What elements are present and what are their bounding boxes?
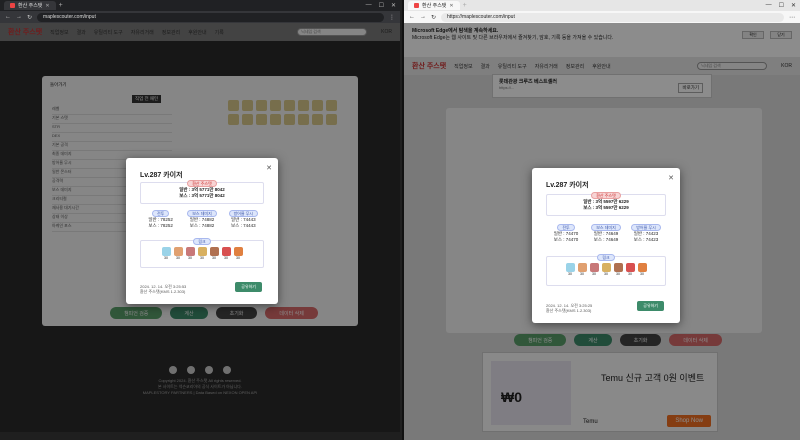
minimize-icon[interactable]: — <box>366 2 372 9</box>
link-skill-icon <box>625 263 635 272</box>
normal-value: 일반 : 3억 5597만 6229 <box>583 199 629 204</box>
boss-value: 보스 : 3억 5771만 8042 <box>179 193 225 198</box>
url-field[interactable]: maplescouter.com/input <box>37 12 384 22</box>
close-icon[interactable]: ✕ <box>668 174 674 182</box>
tab-title: 환산 주스탯 <box>422 3 447 9</box>
main-stat-box: 환산 주스탯 일반 : 3억 5597만 6229 보스 : 3억 5597만 … <box>546 192 666 216</box>
main-stat-box: 환산 주스탯 일반 : 3억 5771만 8042 보스 : 3억 5771만 … <box>140 180 264 204</box>
modal-footer: 2024. 12. 14. 오전 3:25:25 환산 주스탯(KMS 1.2.… <box>546 303 592 313</box>
link-skill-icon <box>233 247 243 256</box>
close-icon[interactable]: ✕ <box>266 164 272 172</box>
modal-title: Lv.287 카이저 <box>546 182 589 189</box>
maximize-icon[interactable]: ☐ <box>779 2 784 9</box>
modal-title: Lv.287 카이저 <box>140 172 183 179</box>
close-window-icon[interactable]: ✕ <box>391 2 396 9</box>
address-bar-row: ← → ↻ https://maplescouter.com/input ⋯ <box>404 11 800 23</box>
close-tab-icon[interactable]: ✕ <box>45 3 49 9</box>
tab-bar: 환산 주스탯 ✕ + — ☐ ✕ <box>0 0 400 11</box>
close-tab-icon[interactable]: ✕ <box>449 3 453 9</box>
tab-title: 환산 주스탯 <box>18 3 43 9</box>
link-icons <box>141 247 263 256</box>
link-skill-icon <box>209 247 219 256</box>
sub-stat-box: 전투 일반 : 74470 보스 : 74470 보스 데미지 일반 : 746… <box>546 224 666 248</box>
link-skill-icon <box>221 247 231 256</box>
result-version: 환산 주스탯(KMS 1.2.303) <box>546 308 592 313</box>
link-skill-icon <box>173 247 183 256</box>
browser-tab[interactable]: 환산 주스탯 ✕ <box>408 1 460 10</box>
section-badge: 환산 주스탯 <box>591 192 621 199</box>
menu-dots-icon[interactable]: ⋮ <box>389 14 395 21</box>
window-controls: — ☐ ✕ <box>766 2 796 9</box>
close-window-icon[interactable]: ✕ <box>791 2 796 9</box>
link-skill-icon <box>613 263 623 272</box>
back-icon[interactable]: ← <box>409 14 415 20</box>
site-favicon-icon <box>10 3 15 8</box>
link-skill-box: 링크 30 30 30 30 30 30 30 <box>140 238 264 268</box>
reload-icon[interactable]: ↻ <box>431 14 436 21</box>
new-tab-icon[interactable]: + <box>59 2 63 9</box>
link-skill-icon <box>161 247 171 256</box>
link-skill-icon <box>565 263 575 272</box>
section-badge: 환산 주스탯 <box>187 180 217 187</box>
link-skill-icon <box>185 247 195 256</box>
share-button[interactable]: 공유하기 <box>235 282 262 292</box>
link-skill-icon <box>637 263 647 272</box>
result-modal: Lv.287 카이저 ✕ 환산 주스탯 일반 : 3억 5597만 6229 보… <box>532 168 680 323</box>
link-skill-icon <box>589 263 599 272</box>
link-skill-box: 링크 30 30 30 30 30 30 30 <box>546 254 666 286</box>
link-skill-icon <box>601 263 611 272</box>
share-button[interactable]: 공유하기 <box>637 301 664 311</box>
col-badge: 전투 <box>557 224 575 231</box>
maximize-icon[interactable]: ☐ <box>379 2 384 9</box>
sub-stat-box: 전투 일반 : 78252 보스 : 78252 보스 데미지 일반 : 748… <box>140 210 264 234</box>
site-favicon-icon <box>414 3 419 8</box>
minimize-icon[interactable]: — <box>766 2 772 9</box>
window-controls: — ☐ ✕ <box>366 2 396 9</box>
address-bar-row: ← → ↻ maplescouter.com/input ⋮ <box>0 11 400 23</box>
browser-tab[interactable]: 환산 주스탯 ✕ <box>4 1 56 10</box>
left-browser-window: 환산 주스탯 ✕ + — ☐ ✕ ← → ↻ maplescouter.com/… <box>0 0 400 440</box>
modal-footer: 2024. 12. 14. 오전 3:25:53 환산 주스탯(KMS 1.2.… <box>140 284 186 294</box>
normal-value: 일반 : 3억 5771만 8042 <box>179 187 225 192</box>
boss-value: 보스 : 3억 5597만 6229 <box>583 205 629 210</box>
new-tab-icon[interactable]: + <box>463 2 467 9</box>
section-badge: 링크 <box>597 254 615 261</box>
col-badge: 방어율 무시 <box>228 210 259 217</box>
reload-icon[interactable]: ↻ <box>27 14 32 21</box>
result-version: 환산 주스탯(KMS 1.2.303) <box>140 289 186 294</box>
tab-bar: 환산 주스탯 ✕ + — ☐ ✕ <box>404 0 800 11</box>
url-field[interactable]: https://maplescouter.com/input <box>441 12 784 22</box>
col-badge: 보스 데미지 <box>187 210 217 217</box>
col-badge: 전투 <box>151 210 170 217</box>
forward-icon[interactable]: → <box>16 14 22 20</box>
forward-icon[interactable]: → <box>420 14 426 20</box>
link-icons <box>547 263 665 272</box>
col-badge: 방어율 무시 <box>631 224 661 231</box>
taskbar <box>0 432 400 440</box>
link-skill-icon <box>197 247 207 256</box>
result-modal: Lv.287 카이저 ✕ 환산 주스탯 일반 : 3억 5771만 8042 보… <box>126 158 278 304</box>
back-icon[interactable]: ← <box>5 14 11 20</box>
right-browser-window: 환산 주스탯 ✕ + — ☐ ✕ ← → ↻ https://maplescou… <box>402 0 800 440</box>
link-skill-icon <box>577 263 587 272</box>
section-badge: 링크 <box>193 238 211 245</box>
col-badge: 보스 데미지 <box>591 224 621 231</box>
menu-dots-icon[interactable]: ⋯ <box>789 14 795 21</box>
